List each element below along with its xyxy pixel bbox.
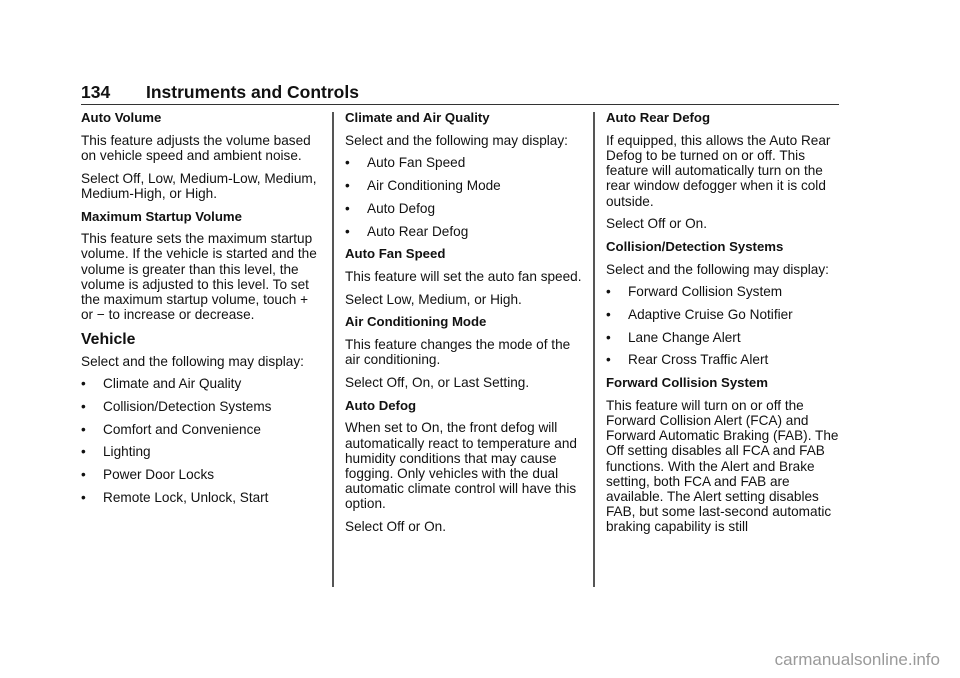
heading-climate: Climate and Air Quality [345,110,490,125]
list-item: • Auto Fan Speed [345,155,466,171]
heading-auto-fan-speed: Auto Fan Speed [345,246,446,262]
forward-collision-body: This feature will turn on or off the For… [606,397,839,535]
bullet-icon: • [81,421,86,437]
heading-forward-collision: Forward Collision System [606,375,768,391]
climate-intro: Select and the following may display: [345,132,568,148]
list-item: • Power Door Locks [81,467,215,483]
bullet-icon: • [345,155,350,171]
list-item: • Adaptive Cruise Go Notifier [606,307,793,323]
section-title: Instruments and Controls [146,82,359,102]
auto-fan-speed-options: Select Low, Medium, or High. [345,291,522,307]
watermark: carmanualsonline.info [774,650,940,669]
heading-auto-volume: Auto Volume [81,110,162,125]
list-item: • Comfort and Convenience [81,421,261,437]
heading-vehicle: Vehicle [81,331,136,349]
list-item: • Climate and Air Quality [81,376,242,392]
collision-intro: Select and the following may display: [606,261,829,277]
ac-mode-body: This feature changes the mode of the air… [345,337,571,368]
list-item: • Collision/Detection Systems [81,399,272,415]
bullet-icon: • [81,399,86,415]
heading-max-startup-volume: Maximum Startup Volume [81,208,242,224]
list-item: • Forward Collision System [606,284,783,300]
bullet-icon: • [81,467,86,483]
bullet-icon: • [606,329,611,345]
list-item: • Lighting [81,444,151,460]
auto-defog-options: Select Off or On. [345,519,446,535]
vehicle-intro: Select and the following may display: [81,353,304,369]
heading-auto-defog: Auto Defog [345,397,417,413]
auto-fan-speed-body: This feature will set the auto fan speed… [345,268,582,284]
bullet-icon: • [606,284,611,300]
auto-defog-body: When set to On, the front defog will aut… [345,420,577,512]
column-2: Climate and Air Quality Select and the f… [345,110,585,542]
heading-collision-detection: Collision/Detection Systems [606,238,784,254]
ac-mode-options: Select Off, On, or Last Setting. [345,374,530,390]
bullet-icon: • [81,444,86,460]
bullet-icon: • [345,178,350,194]
max-startup-volume-body: This feature sets the maximum startup vo… [81,231,317,323]
column-1: Auto Volume This feature adjusts the vol… [81,110,321,513]
bullet-icon: • [606,307,611,323]
auto-volume-body: This feature adjusts the volume based on… [81,132,311,163]
list-item: • Rear Cross Traffic Alert [606,352,769,368]
list-item: • Remote Lock, Unlock, Start [81,489,269,505]
column-3: Auto Rear Defog If equipped, this allows… [606,110,846,542]
page-number: 134 [81,82,111,102]
auto-rear-defog-options: Select Off or On. [606,216,707,232]
list-item: • Auto Defog [345,200,436,216]
column-divider [332,112,334,587]
bullet-icon: • [345,223,350,239]
auto-rear-defog-body: If equipped, this allows the Auto Rear D… [606,132,831,209]
column-divider [593,112,595,587]
bullet-icon: • [81,376,86,392]
list-item: • Auto Rear Defog [345,223,469,239]
heading-ac-mode: Air Conditioning Mode [345,314,487,330]
bullet-icon: • [606,352,611,368]
list-item: • Air Conditioning Mode [345,178,501,194]
auto-volume-options: Select Off, Low, Medium-Low, Medium, Med… [81,170,317,201]
page-header: 134 Instruments and Controls [81,80,839,105]
list-item: • Lane Change Alert [606,329,741,345]
bullet-icon: • [81,489,86,505]
bullet-icon: • [345,200,350,216]
heading-auto-rear-defog: Auto Rear Defog [606,110,711,125]
